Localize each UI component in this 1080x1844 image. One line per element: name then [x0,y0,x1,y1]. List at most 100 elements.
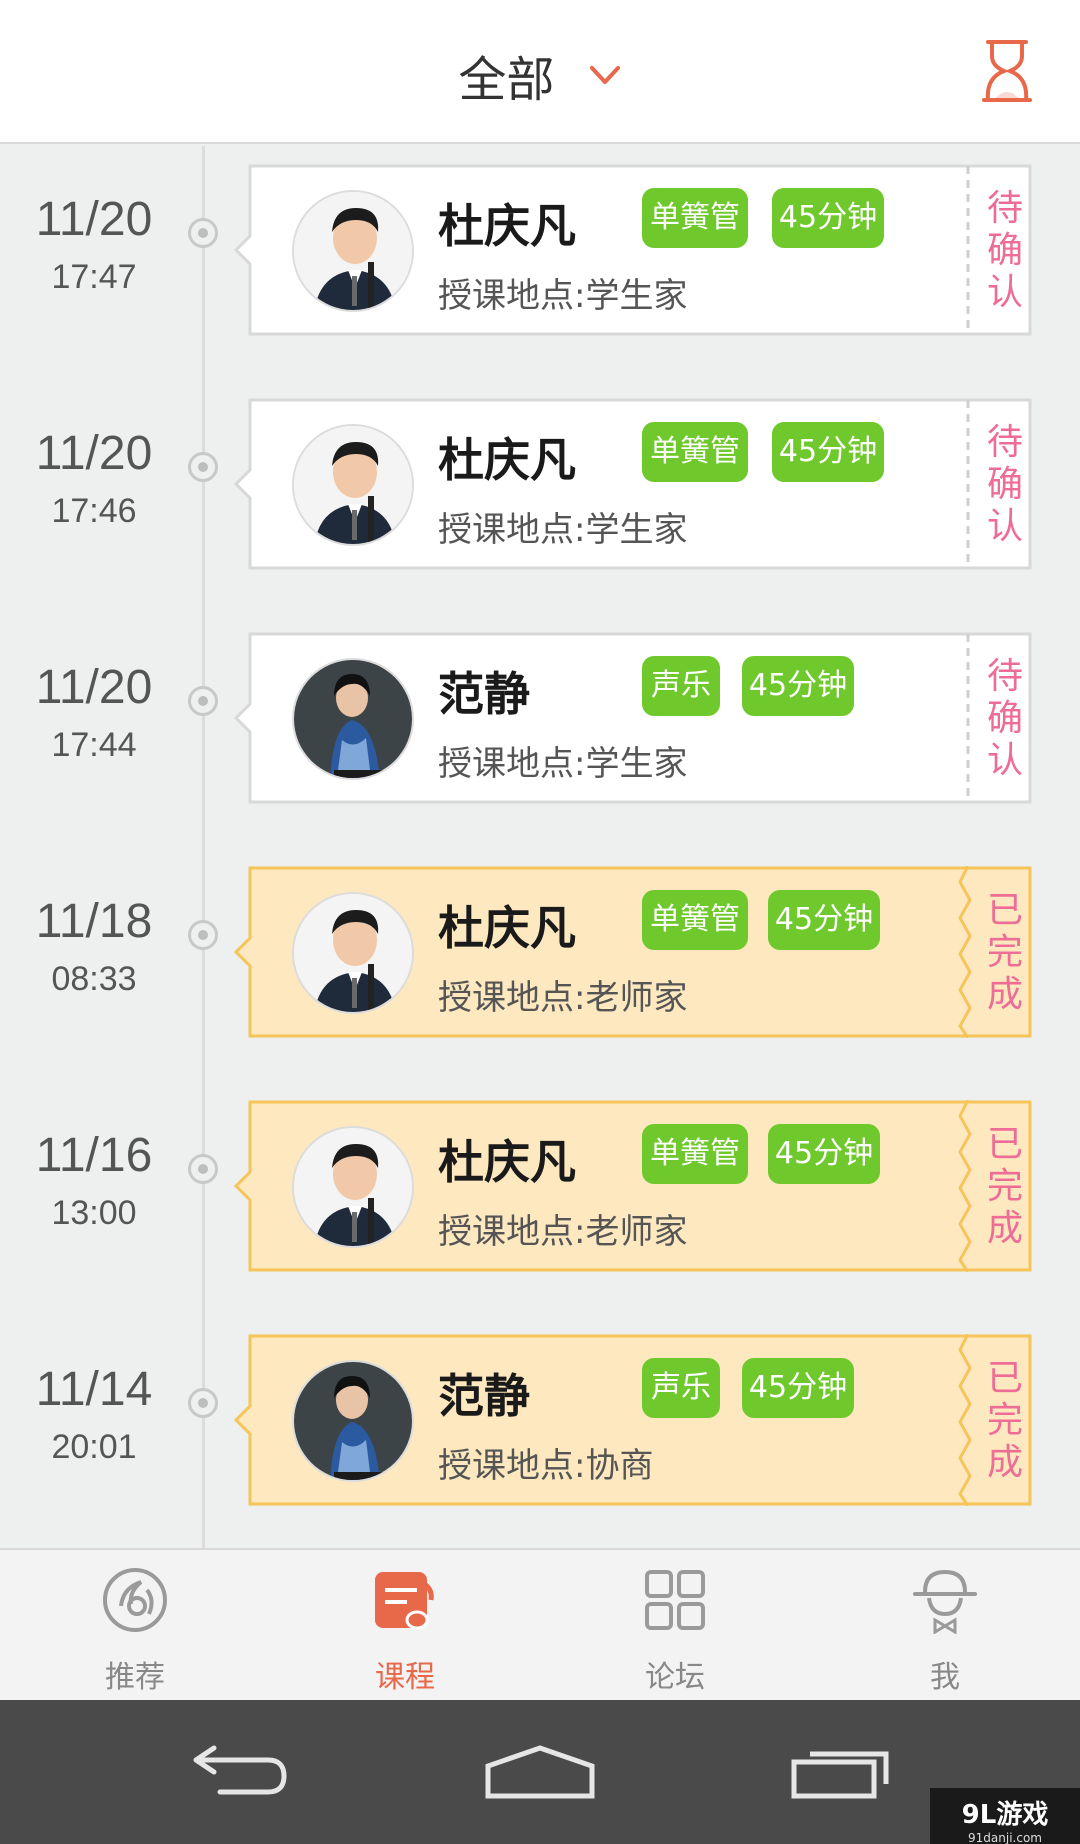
lesson-time: 17:44 [51,726,137,764]
lesson-date: 11/18 [35,895,153,948]
forum-icon [645,1570,705,1630]
lesson-location: 授课地点:协商 [438,1446,654,1486]
status-completed[interactable]: 已 完 成 [970,1358,1040,1484]
status-char: 认 [986,740,1023,781]
instrument-tag: 单簧管 [642,1124,748,1184]
lesson-row[interactable]: 11/20 17:44 范静 声乐 45分钟 授课地点:学生家 待 确 认 [0,614,1080,804]
status-char: 完 [986,932,1023,973]
lesson-row[interactable]: 11/16 13:00 杜庆凡 单簧管 45分钟 授课地点:老师家 已 完 成 [0,1082,1080,1272]
lesson-location: 授课地点:老师家 [438,978,688,1018]
duration-tag: 45分钟 [742,1358,854,1418]
status-completed[interactable]: 已 完 成 [970,1124,1040,1250]
status-char: 认 [986,506,1023,547]
timeline-dot [188,920,218,950]
timeline-dot [188,1154,218,1184]
lesson-card[interactable]: 范静 声乐 45分钟 授课地点:协商 已 完 成 [233,1334,1050,1506]
nav-item-recommend[interactable]: 推荐 [0,1550,270,1702]
home-icon[interactable] [484,1744,596,1800]
lesson-time: 17:47 [51,258,137,296]
filter-dropdown[interactable]: 全部 [0,40,1080,110]
status-char: 待 [986,656,1023,697]
back-icon[interactable] [190,1744,290,1800]
status-pending[interactable]: 待 确 认 [970,422,1040,548]
status-char: 确 [986,698,1023,739]
lesson-row[interactable]: 11/14 20:01 范静 声乐 45分钟 授课地点:协商 已 完 成 [0,1316,1080,1506]
timeline-dot [188,218,218,248]
duration-tag: 45分钟 [772,422,884,482]
top-bar: 全部 [0,0,1080,144]
timeline-dot [188,686,218,716]
status-char: 完 [986,1400,1023,1441]
status-char: 认 [986,272,1023,313]
status-char: 成 [986,1442,1023,1483]
instrument-tag: 单簧管 [642,422,748,482]
lesson-time: 08:33 [51,960,137,998]
lesson-time: 20:01 [51,1428,137,1466]
teacher-name: 杜庆凡 [438,433,576,487]
status-char: 待 [986,188,1023,229]
nav-item-forum[interactable]: 论坛 [540,1550,810,1702]
lesson-card[interactable]: 杜庆凡 单簧管 45分钟 授课地点:学生家 待 确 认 [233,398,1050,570]
bottom-navigation: 推荐 课程 论坛 我 [0,1548,1080,1700]
status-char: 确 [986,230,1023,271]
teacher-name: 杜庆凡 [438,199,576,253]
lesson-row[interactable]: 11/20 17:46 杜庆凡 单簧管 45分钟 授课地点:学生家 待 确 认 [0,380,1080,570]
nav-item-course[interactable]: 课程 [270,1550,540,1702]
watermark-brand: 9L游戏 [961,1800,1049,1830]
nav-label: 论坛 [645,1660,705,1695]
status-char: 确 [986,464,1023,505]
lesson-row[interactable]: 11/20 17:47 杜庆凡 单簧管 45分钟 授课地点:学生家 待 确 认 [0,146,1080,336]
teacher-avatar [292,658,414,780]
lesson-time: 13:00 [51,1194,137,1232]
nav-label: 推荐 [105,1660,165,1695]
lesson-card[interactable]: 杜庆凡 单簧管 45分钟 授课地点:老师家 已 完 成 [233,866,1050,1038]
recommend-icon [103,1568,167,1632]
lesson-timeline[interactable]: 11/20 17:47 杜庆凡 单簧管 45分钟 授课地点:学生家 待 确 认 … [0,146,1080,1548]
status-completed[interactable]: 已 完 成 [970,890,1040,1016]
lesson-card[interactable]: 杜庆凡 单簧管 45分钟 授课地点:老师家 已 完 成 [233,1100,1050,1272]
teacher-name: 杜庆凡 [438,901,576,955]
duration-tag: 45分钟 [772,188,884,248]
status-char: 完 [986,1166,1023,1207]
teacher-avatar [292,424,414,546]
course-icon [375,1572,434,1630]
lesson-card[interactable]: 杜庆凡 单簧管 45分钟 授课地点:学生家 待 确 认 [233,164,1050,336]
status-pending[interactable]: 待 确 认 [970,656,1040,782]
recents-icon[interactable] [790,1744,894,1800]
lesson-time: 17:46 [51,492,137,530]
lesson-date: 11/20 [35,193,153,246]
status-char: 成 [986,974,1023,1015]
lesson-location: 授课地点:学生家 [438,276,688,316]
teacher-name: 范静 [438,667,530,721]
teacher-avatar [292,892,414,1014]
duration-tag: 45分钟 [768,890,880,950]
duration-tag: 45分钟 [742,656,854,716]
status-char: 待 [986,422,1023,463]
teacher-name: 杜庆凡 [438,1135,576,1189]
watermark-site: 91danji.com [968,1831,1042,1844]
nav-item-profile[interactable]: 我 [810,1550,1080,1702]
instrument-tag: 单簧管 [642,188,748,248]
lesson-card[interactable]: 范静 声乐 45分钟 授课地点:学生家 待 确 认 [233,632,1050,804]
status-char: 成 [986,1208,1023,1249]
duration-tag: 45分钟 [768,1124,880,1184]
chevron-down-icon [589,66,620,84]
filter-label: 全部 [458,52,555,108]
hourglass-icon[interactable] [978,38,1036,104]
teacher-avatar [292,1126,414,1248]
profile-icon [913,1569,977,1634]
nav-label: 我 [930,1660,960,1695]
lesson-location: 授课地点:学生家 [438,510,688,550]
lesson-location: 授课地点:老师家 [438,1212,688,1252]
lesson-date: 11/14 [35,1363,153,1416]
instrument-tag: 声乐 [642,1358,720,1418]
lesson-row[interactable]: 11/18 08:33 杜庆凡 单簧管 45分钟 授课地点:老师家 已 完 成 [0,848,1080,1038]
lesson-date: 11/20 [35,427,153,480]
timeline-dot [188,1388,218,1418]
teacher-name: 范静 [438,1369,530,1423]
lesson-date: 11/20 [35,661,153,714]
status-char: 已 [986,1358,1023,1399]
status-pending[interactable]: 待 确 认 [970,188,1040,314]
status-char: 已 [986,890,1023,931]
watermark: 9L游戏 91danji.com [930,1788,1080,1844]
